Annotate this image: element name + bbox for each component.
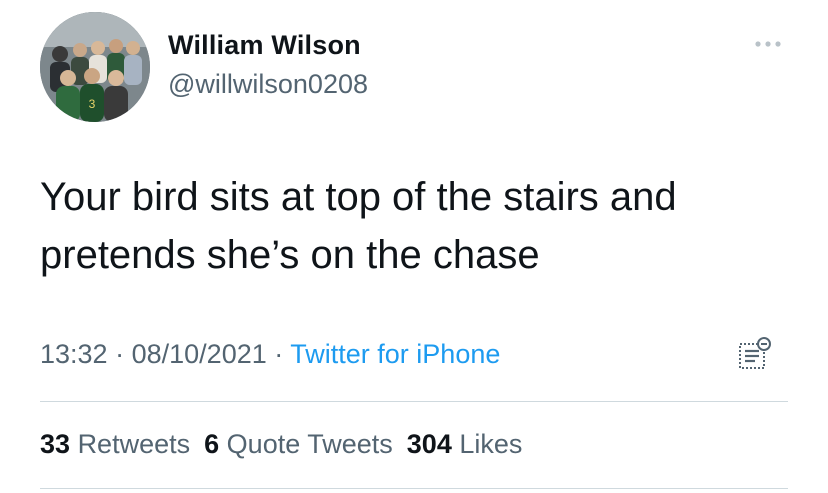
handle[interactable]: @willwilson0208 — [168, 67, 368, 101]
quote-tweets-label: Quote Tweets — [226, 429, 393, 459]
more-options-button[interactable] — [746, 30, 790, 52]
more-horizontal-icon — [755, 41, 781, 47]
svg-text:3: 3 — [89, 97, 96, 111]
display-name[interactable]: William Wilson — [168, 28, 368, 62]
divider — [40, 488, 788, 489]
likes-label: Likes — [459, 429, 523, 459]
engagement-stats: 33 Retweets 6 Quote Tweets 304 Likes — [40, 424, 536, 464]
analytics-icon — [739, 337, 771, 369]
quote-tweets-count: 6 — [204, 429, 220, 459]
quote-tweets-stat[interactable]: 6 Quote Tweets — [204, 424, 393, 464]
divider — [40, 401, 788, 402]
analytics-button[interactable] — [735, 334, 775, 374]
tweet-text-line-1: Your bird sits at top of the stairs and — [40, 175, 677, 219]
meta-separator: · — [274, 339, 284, 369]
meta-separator: · — [115, 339, 125, 369]
retweets-label: Retweets — [77, 429, 191, 459]
likes-count: 304 — [406, 429, 452, 459]
tweet-date[interactable]: 08/10/2021 — [132, 339, 267, 369]
tweet-text: Your bird sits at top of the stairs and … — [40, 168, 800, 284]
tweet-time[interactable]: 13:32 — [40, 339, 108, 369]
author-block[interactable]: William Wilson @willwilson0208 — [168, 28, 368, 101]
group-photo-image: 3 — [40, 12, 150, 122]
tweet-source-link[interactable]: Twitter for iPhone — [290, 339, 500, 369]
avatar[interactable]: 3 — [40, 12, 150, 122]
tweet-meta: 13:32 · 08/10/2021 · Twitter for iPhone — [40, 334, 500, 374]
tweet-text-line-2: pretends she’s on the chase — [40, 233, 540, 277]
retweets-stat[interactable]: 33 Retweets — [40, 424, 190, 464]
retweets-count: 33 — [40, 429, 71, 459]
likes-stat[interactable]: 304 Likes — [407, 424, 523, 464]
